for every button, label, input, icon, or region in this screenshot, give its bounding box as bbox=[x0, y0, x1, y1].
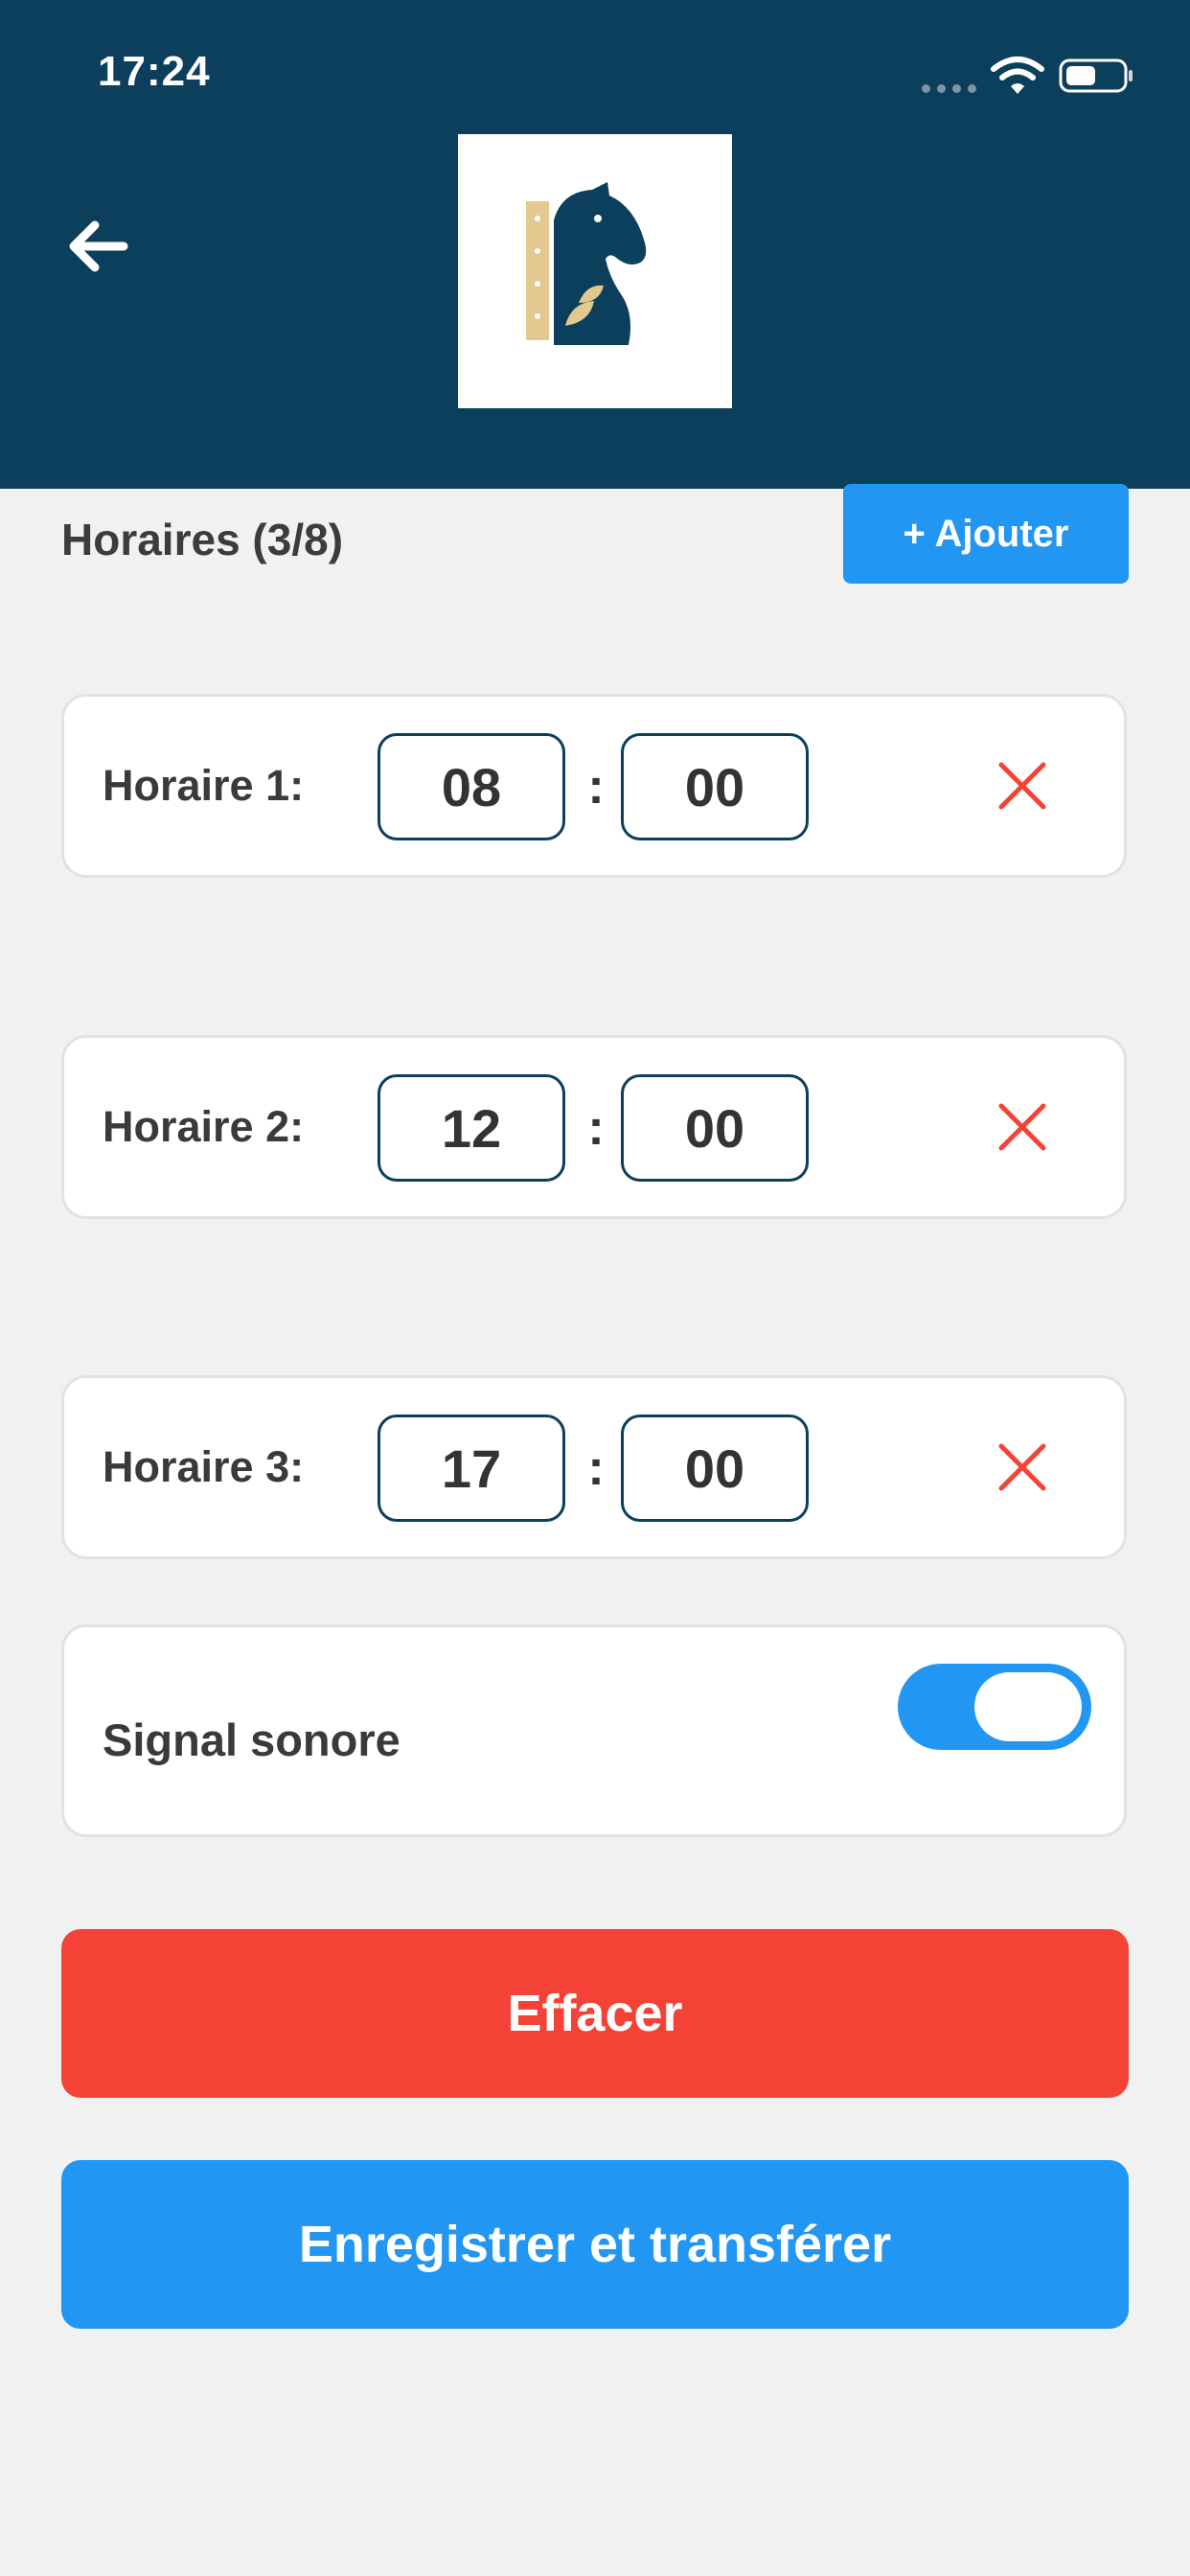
minutes-input[interactable]: 00 bbox=[621, 1414, 809, 1522]
back-button[interactable] bbox=[57, 206, 138, 287]
add-schedule-button[interactable]: + Ajouter bbox=[843, 484, 1129, 584]
save-and-transfer-button[interactable]: Enregistrer et transférer bbox=[61, 2160, 1129, 2329]
slot-label: Horaire 1: bbox=[103, 761, 305, 810]
schedule-title: Horaires (3/8) bbox=[61, 515, 344, 564]
remove-slot-button[interactable] bbox=[984, 1089, 1061, 1165]
close-icon bbox=[998, 1443, 1046, 1491]
horse-head-logo-icon bbox=[526, 182, 647, 345]
time-separator: : bbox=[587, 1100, 605, 1156]
sound-signal-card: Signal sonore bbox=[61, 1624, 1127, 1837]
arrow-left-icon bbox=[69, 220, 128, 272]
cellular-signal-icon bbox=[922, 84, 976, 93]
minutes-input[interactable]: 00 bbox=[621, 1074, 809, 1182]
slot-label: Horaire 2: bbox=[103, 1102, 305, 1151]
schedule-slot-2: Horaire 2: 12 : 00 bbox=[61, 1035, 1127, 1219]
app-header: 17:24 bbox=[0, 0, 1190, 489]
hours-input[interactable]: 12 bbox=[378, 1074, 565, 1182]
hours-input[interactable]: 08 bbox=[378, 733, 565, 840]
battery-icon bbox=[1059, 58, 1133, 93]
time-separator: : bbox=[587, 1440, 605, 1496]
hours-input[interactable]: 17 bbox=[378, 1414, 565, 1522]
remove-slot-button[interactable] bbox=[984, 748, 1061, 824]
clear-button[interactable]: Effacer bbox=[61, 1929, 1129, 2098]
schedule-slot-1: Horaire 1: 08 : 00 bbox=[61, 694, 1127, 878]
wifi-icon bbox=[991, 57, 1044, 94]
close-icon bbox=[998, 1103, 1046, 1151]
close-icon bbox=[998, 762, 1046, 810]
time-separator: : bbox=[587, 759, 605, 815]
minutes-input[interactable]: 00 bbox=[621, 733, 809, 840]
schedule-slot-3: Horaire 3: 17 : 00 bbox=[61, 1375, 1127, 1559]
sound-signal-label: Signal sonore bbox=[103, 1714, 400, 1765]
remove-slot-button[interactable] bbox=[984, 1429, 1061, 1506]
toggle-knob bbox=[974, 1672, 1082, 1741]
status-time: 17:24 bbox=[98, 48, 211, 95]
slot-label: Horaire 3: bbox=[103, 1442, 305, 1491]
sound-signal-toggle[interactable] bbox=[898, 1664, 1091, 1750]
app-logo bbox=[458, 134, 732, 408]
